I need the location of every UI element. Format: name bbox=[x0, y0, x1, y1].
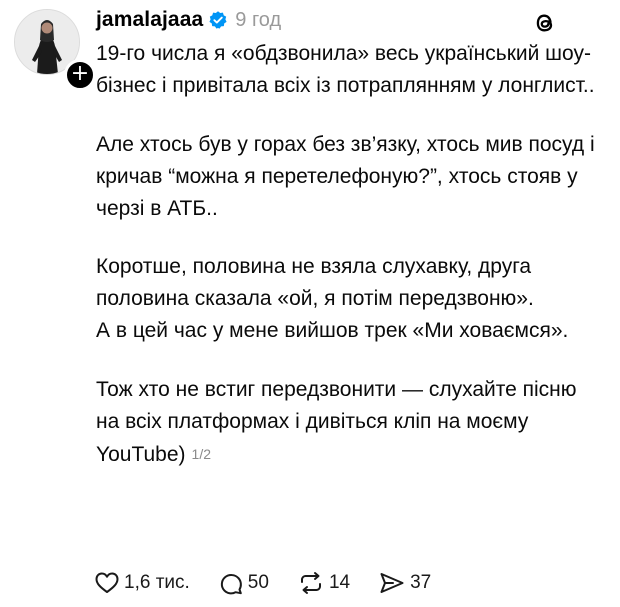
avatar-container[interactable]: + bbox=[14, 9, 96, 91]
share-count: 37 bbox=[410, 572, 432, 593]
comment-icon bbox=[220, 574, 242, 595]
post-paragraph-5: Тож хто не встиг передзвонити — слухайте… bbox=[96, 374, 596, 471]
post-paragraph-4: А в цей час у мене вийшов трек «Ми ховає… bbox=[96, 319, 569, 342]
post-paragraph-2: Але хтось був у горах без зв’язку, хтось… bbox=[96, 133, 595, 220]
share-button[interactable]: 37 bbox=[378, 570, 431, 596]
post-paragraph-3: Коротше, половина не взяла слухавку, дру… bbox=[96, 255, 534, 310]
verified-badge-icon bbox=[209, 11, 227, 29]
repost-count: 14 bbox=[328, 572, 351, 593]
threads-logo-icon[interactable] bbox=[531, 9, 559, 37]
share-icon bbox=[380, 573, 404, 593]
action-bar: 1,6 тис. 50 14 37 bbox=[94, 566, 459, 600]
like-count: 1,6 тис. bbox=[124, 572, 190, 593]
username[interactable]: jamalajaaa bbox=[96, 8, 203, 32]
post-paragraph-5-text: Тож хто не встиг передзвонити — слухайте… bbox=[96, 378, 577, 466]
repost-button[interactable]: 14 bbox=[297, 570, 350, 596]
post-time: 9 год bbox=[235, 8, 282, 31]
heart-icon bbox=[95, 572, 119, 593]
reply-button[interactable]: 50 bbox=[218, 570, 269, 596]
follow-button[interactable]: + bbox=[64, 59, 96, 91]
post-header: jamalajaaa 9 год bbox=[96, 6, 281, 34]
post-body: 19-го числа я «обдзвонила» весь українсь… bbox=[96, 38, 596, 471]
like-button[interactable]: 1,6 тис. bbox=[94, 570, 190, 596]
page-indicator: 1/2 bbox=[191, 446, 211, 462]
reply-count: 50 bbox=[247, 572, 269, 593]
repost-icon bbox=[300, 572, 321, 594]
post-paragraph-1: 19-го числа я «обдзвонила» весь українсь… bbox=[96, 42, 595, 97]
